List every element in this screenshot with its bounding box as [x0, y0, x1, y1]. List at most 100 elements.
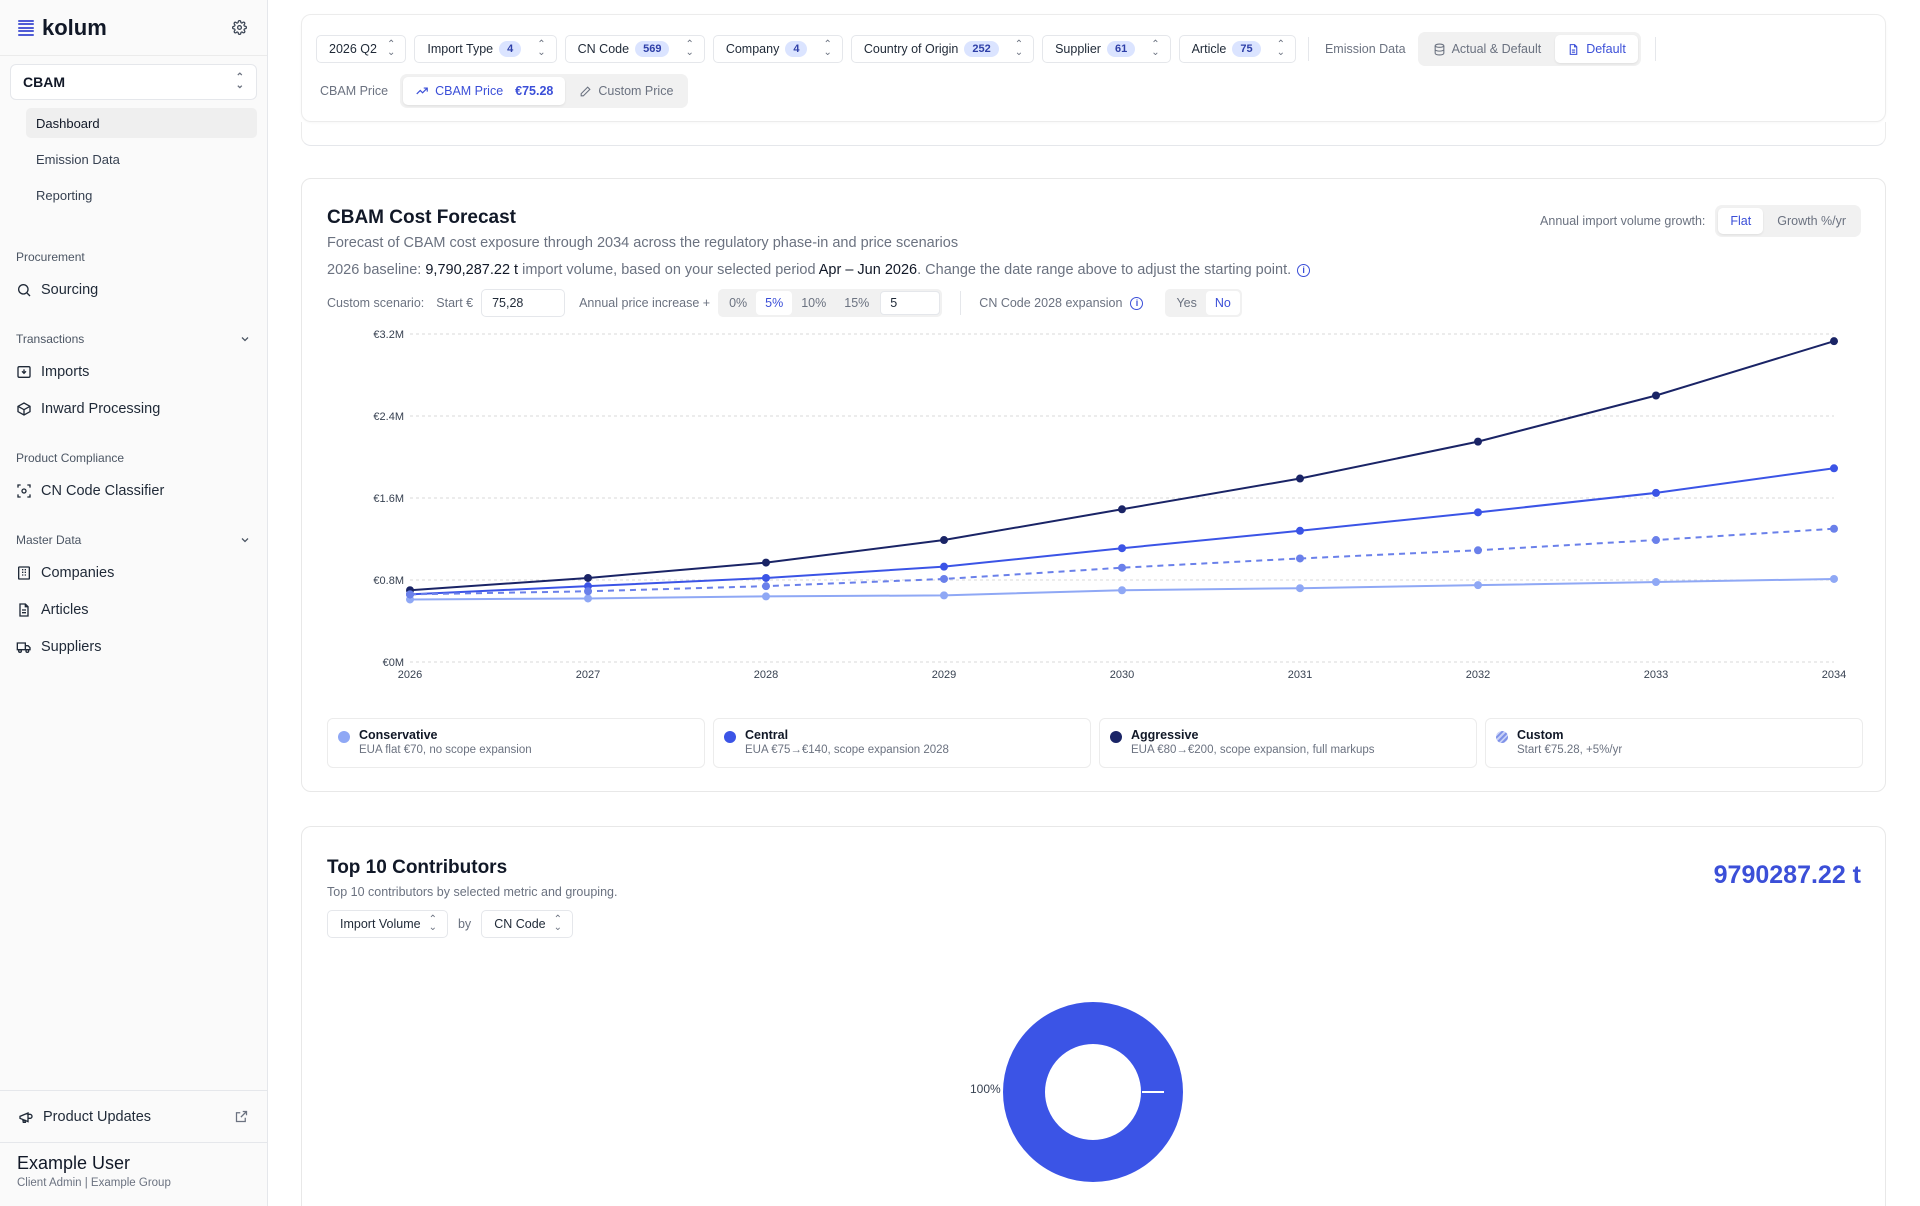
nav-item-companies[interactable]: Companies — [16, 557, 251, 589]
subnav-item-reporting[interactable]: Reporting — [26, 180, 257, 210]
x-tick-label: 2030 — [1110, 669, 1134, 681]
inbox-icon — [17, 366, 31, 378]
data-point-conservative[interactable] — [1296, 584, 1304, 593]
chevron-down-icon[interactable] — [239, 534, 251, 546]
cbam-price-label: CBAM Price — [320, 84, 389, 98]
nav-item-label: Imports — [41, 364, 90, 380]
series-line-aggressive — [409, 340, 1835, 592]
legend-name: Central — [745, 728, 789, 742]
nav-item-inward-processing[interactable]: Inward Processing — [16, 393, 251, 425]
data-point-conservative[interactable] — [762, 592, 770, 601]
filter-count-badge: 4 — [785, 41, 808, 57]
cbam-price-value: €75.28 — [515, 84, 554, 98]
data-point-conservative[interactable] — [1118, 586, 1126, 595]
user-profile[interactable]: Example User Client Admin | Example Grou… — [0, 1142, 267, 1206]
subnav-item-label: Emission Data — [36, 151, 120, 167]
data-point-custom[interactable] — [406, 590, 414, 599]
external-link-icon — [235, 1110, 248, 1123]
data-point-central[interactable] — [1118, 544, 1126, 553]
subnav-item-label: Reporting — [36, 187, 93, 203]
data-point-central[interactable] — [1830, 464, 1838, 473]
data-point-aggressive[interactable] — [1118, 505, 1126, 514]
nav-item-label: CN Code Classifier — [41, 483, 165, 499]
custom-price-option[interactable]: Custom Price — [567, 77, 685, 105]
data-point-aggressive[interactable] — [1474, 437, 1482, 446]
filter-label: Company — [725, 42, 780, 56]
chevron-down-icon[interactable] — [239, 333, 251, 345]
emission-actual-default-option[interactable]: Actual & Default — [1421, 35, 1554, 63]
y-tick-label: €3.2M — [373, 329, 404, 341]
module-select[interactable]: CBAM ⌃ ⌄ — [10, 64, 257, 100]
file-icon — [1569, 43, 1578, 55]
data-point-custom[interactable] — [940, 574, 948, 583]
subnav-item-label: Dashboard — [36, 115, 100, 131]
legend-dot — [1110, 731, 1122, 743]
filter-bar: 2026 Q2 ⌃ ⌄ Import Type 4 ⌃ ⌄ CN Code 569 ⌃ ⌄ C… — [301, 14, 1886, 122]
x-tick-label: 2026 — [398, 669, 422, 681]
filter-cn-code[interactable]: CN Code 569 ⌃ ⌄ — [564, 35, 705, 63]
settings-gear-icon[interactable] — [229, 18, 249, 38]
app-logo[interactable]: kolum — [18, 15, 107, 41]
donut-slice-label: 100% — [970, 1082, 1001, 1096]
data-point-central[interactable] — [762, 573, 770, 582]
nav-item-articles[interactable]: Articles — [16, 594, 251, 626]
data-point-conservative[interactable] — [1652, 578, 1660, 587]
data-point-aggressive[interactable] — [1830, 337, 1838, 346]
data-point-custom[interactable] — [1830, 524, 1838, 533]
data-point-custom[interactable] — [1474, 546, 1482, 555]
data-point-aggressive[interactable] — [1652, 391, 1660, 400]
data-point-conservative[interactable] — [584, 594, 592, 603]
filter-import-type[interactable]: Import Type 4 ⌃ ⌄ — [414, 35, 557, 63]
filter-supplier[interactable]: Supplier 61 ⌃ ⌄ — [1042, 35, 1171, 63]
data-point-custom[interactable] — [1296, 554, 1304, 563]
data-point-conservative[interactable] — [940, 591, 948, 600]
product-updates-link[interactable]: Product Updates — [0, 1090, 267, 1142]
filter-count-badge: 75 — [1232, 41, 1261, 57]
data-point-central[interactable] — [1296, 526, 1304, 535]
nav-item-imports[interactable]: Imports — [16, 356, 251, 388]
data-point-central[interactable] — [1652, 488, 1660, 497]
data-point-aggressive[interactable] — [940, 536, 948, 545]
data-point-custom[interactable] — [1652, 536, 1660, 545]
donut-slice[interactable] — [1003, 1002, 1183, 1182]
legend-item-central[interactable]: Central EUA €75→€140, scope expansion 202… — [713, 718, 1091, 768]
nav-item-suppliers[interactable]: Suppliers — [16, 631, 251, 663]
data-point-aggressive[interactable] — [1296, 474, 1304, 483]
nav-section-title[interactable]: Master Data — [16, 529, 251, 551]
data-point-conservative[interactable] — [1474, 581, 1482, 590]
sidebar: kolum CBAM ⌃ ⌄ Dashboard Emission Data Re… — [0, 0, 268, 1206]
data-point-aggressive[interactable] — [762, 558, 770, 567]
data-point-central[interactable] — [940, 562, 948, 571]
data-point-central[interactable] — [1474, 508, 1482, 517]
logo-icon — [18, 19, 34, 36]
nav-item-cn-code-classifier[interactable]: CN Code Classifier — [16, 475, 251, 507]
subnav-item-emission-data[interactable]: Emission Data — [26, 144, 257, 174]
emission-default-option[interactable]: Default — [1555, 35, 1638, 63]
legend-item-custom[interactable]: Custom Start €75.28, +5%/yr — [1485, 718, 1863, 768]
option-label: Default — [1586, 42, 1626, 56]
legend-item-conservative[interactable]: Conservative EUA flat €70, no scope expan… — [327, 718, 705, 768]
filter-company[interactable]: Company 4 ⌃ ⌄ — [712, 35, 843, 63]
cbam-price-option[interactable]: CBAM Price €75.28 — [403, 77, 566, 105]
x-tick-label: 2028 — [754, 669, 778, 681]
user-role: Client Admin | Example Group — [17, 1177, 171, 1189]
trending-up-icon — [416, 87, 428, 95]
nav-item-sourcing[interactable]: Sourcing — [16, 274, 251, 306]
subnav-item-dashboard[interactable]: Dashboard — [26, 108, 257, 138]
chevron-updown-icon: ⌃ ⌄ — [386, 39, 396, 58]
period-select[interactable]: 2026 Q2 ⌃ ⌄ — [316, 35, 407, 63]
legend-item-aggressive[interactable]: Aggressive EUA €80→€200, scope expansion,… — [1099, 718, 1477, 768]
nav-section-title[interactable]: Transactions — [16, 328, 251, 350]
data-point-conservative[interactable] — [1830, 574, 1838, 583]
top-contributors-card: Top 10 Contributors Top 10 contributors … — [301, 826, 1886, 1206]
option-label: Custom Price — [598, 84, 674, 98]
chevron-updown-icon: ⌃ ⌄ — [1014, 39, 1024, 58]
filter-country-of-origin[interactable]: Country of Origin 252 ⌃ ⌄ — [850, 35, 1035, 63]
data-point-custom[interactable] — [762, 582, 770, 591]
filter-row: 2026 Q2 ⌃ ⌄ Import Type 4 ⌃ ⌄ CN Code 569 ⌃ ⌄ C… — [316, 32, 1660, 66]
chevron-updown-icon: ⌃ ⌄ — [537, 39, 546, 58]
data-point-custom[interactable] — [1118, 563, 1126, 572]
filter-article[interactable]: Article 75 ⌃ ⌄ — [1178, 35, 1296, 63]
data-point-aggressive[interactable] — [584, 573, 592, 582]
data-point-custom[interactable] — [584, 587, 592, 596]
